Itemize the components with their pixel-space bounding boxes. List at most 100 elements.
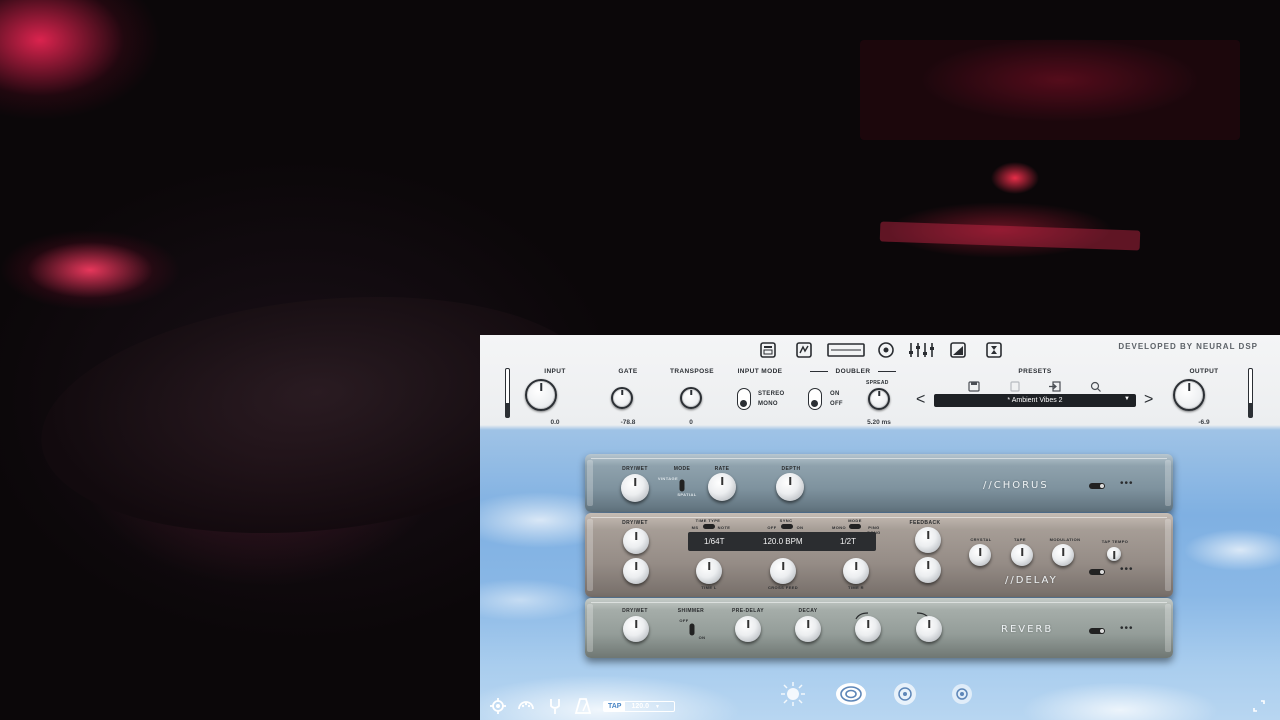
chorus-drywet-knob[interactable] [621, 474, 649, 502]
delay-sync-switch[interactable] [781, 524, 793, 529]
prev-preset-button[interactable]: < [916, 392, 925, 408]
input-mode-label: INPUT MODE [737, 368, 783, 375]
search-preset-icon[interactable] [1089, 379, 1103, 392]
reverb-unit: DRY/WET SHIMMER OFF ON PRE-DELAY DECAY R… [585, 598, 1173, 658]
save-preset-icon[interactable] [967, 379, 981, 392]
chorus-power-switch[interactable] [1089, 483, 1105, 489]
output-knob[interactable] [1173, 379, 1205, 411]
load-preset-icon[interactable] [1048, 379, 1062, 392]
fx-sun-icon[interactable] [780, 681, 806, 707]
delay-mode-switch[interactable] [849, 524, 861, 529]
amp-icon[interactable] [758, 341, 778, 359]
tuner-fork-icon[interactable] [545, 696, 565, 716]
delay-time-l-knob[interactable] [696, 558, 722, 584]
chorus-rate-knob[interactable] [708, 473, 736, 501]
output-meter [1248, 368, 1253, 418]
delay-time-l-label: TIME L [701, 585, 717, 590]
preset-selector[interactable]: * Ambient Vibes 2 ▼ [934, 394, 1136, 407]
spread-knob[interactable] [868, 388, 890, 410]
doubler-toggle[interactable] [808, 388, 822, 410]
delay-tape-knob[interactable] [1011, 544, 1033, 566]
chevron-down-icon: ▼ [1124, 396, 1130, 402]
doubler-rule-right [878, 371, 896, 372]
preset-name: * Ambient Vibes 2 [1007, 397, 1063, 404]
next-preset-button[interactable]: > [1144, 392, 1153, 408]
tap-button[interactable]: TAP [604, 702, 626, 711]
delay-tone-knob[interactable] [623, 558, 649, 584]
delay-modulation-label: MODULATION [1049, 537, 1081, 542]
bpm-value[interactable]: 120.0 [625, 703, 649, 710]
reverb-decay-knob[interactable] [795, 616, 821, 642]
delay-cross-feed-knob[interactable] [770, 558, 796, 584]
pedal-icon[interactable] [794, 341, 814, 359]
rack-ear-right [1165, 604, 1171, 652]
delay-time-type-switch[interactable] [703, 524, 715, 529]
delay-more-button[interactable]: ••• [1120, 564, 1134, 575]
eq-icon[interactable] [906, 341, 936, 359]
resize-icon[interactable] [1250, 696, 1268, 716]
input-mode-toggle[interactable] [737, 388, 751, 410]
chorus-title: //CHORUS [983, 480, 1049, 491]
delay-time-r-knob[interactable] [843, 558, 869, 584]
reverb-low-cut-icon [855, 607, 869, 620]
reverb-drywet-knob[interactable] [623, 616, 649, 642]
rack-ear-right [1165, 519, 1171, 591]
delay-crystal-knob[interactable] [969, 544, 991, 566]
fx-target-icon[interactable] [946, 681, 978, 707]
delay-tap-tempo-button[interactable] [1107, 547, 1121, 561]
input-label: INPUT [544, 368, 566, 375]
chorus-mode-switch[interactable] [679, 479, 685, 492]
transpose-value: 0 [689, 419, 693, 426]
settings-gear-icon[interactable] [488, 696, 508, 716]
reverb-power-switch[interactable] [1089, 628, 1105, 634]
rack-icon[interactable] [826, 341, 866, 359]
delay-power-switch[interactable] [1089, 569, 1105, 575]
output-value: -6.9 [1198, 419, 1210, 426]
reverb-high-cut-icon [916, 607, 930, 620]
copy-preset-icon[interactable] [1008, 379, 1022, 392]
reverb-shimmer-switch[interactable] [689, 623, 695, 636]
delay-mode-mono: MONO [831, 525, 847, 530]
delay-modulation-knob[interactable] [1052, 544, 1074, 566]
input-value: 0.0 [550, 419, 560, 426]
fx-swirl-icon[interactable] [834, 681, 868, 707]
transpose-knob[interactable] [680, 387, 702, 409]
reverb-low-cut-knob[interactable] [855, 616, 881, 642]
hourglass-icon[interactable] [984, 341, 1004, 359]
doubler-on: ON [830, 391, 840, 397]
screen: DEVELOPED BY NEURAL DSP INPUT 0.0 GATE -… [0, 0, 1280, 720]
delay-time-type-note: NOTE [717, 525, 731, 530]
midi-icon[interactable] [516, 696, 536, 716]
doubler-rule-left [810, 371, 828, 372]
cab-icon[interactable] [876, 341, 896, 359]
delay-sync-label: SYNC [779, 518, 793, 523]
reverb-high-cut-knob[interactable] [916, 616, 942, 642]
chorus-drywet-label: DRY/WET [622, 466, 648, 472]
tap-tempo-control[interactable]: TAP 120.0 ▼ [603, 701, 675, 712]
delay-drywet-knob[interactable] [623, 528, 649, 554]
reverb-predelay-label: PRE-DELAY [731, 608, 765, 614]
delay-sync-off: OFF [767, 525, 777, 530]
delay-cross-feed-label: CROSS FEED [767, 585, 798, 590]
reverb-predelay-knob[interactable] [735, 616, 761, 642]
rack-ear-left [587, 519, 593, 591]
input-knob[interactable] [525, 379, 557, 411]
delay-time-type-ms: MS [691, 525, 699, 530]
doubler-label: DOUBLER [835, 368, 871, 375]
ramp-icon[interactable] [948, 341, 968, 359]
reverb-more-button[interactable]: ••• [1120, 623, 1134, 634]
reverb-decay-label: DECAY [798, 608, 818, 614]
reverb-shimmer-on: ON [698, 635, 706, 640]
delay-feedback-knob[interactable] [915, 527, 941, 553]
delay-feedback-tone-knob[interactable] [915, 557, 941, 583]
reverb-title: REVERB [1001, 624, 1054, 635]
rack-ear-left [587, 604, 593, 652]
chorus-more-button[interactable]: ••• [1120, 478, 1134, 489]
chorus-depth-knob[interactable] [776, 473, 804, 501]
metronome-icon[interactable] [573, 696, 593, 716]
delay-time-type-label: TIME TYPE [695, 518, 721, 523]
delay-tap-tempo-label: TAP TEMPO [1101, 539, 1129, 544]
rack-ear-right [1165, 460, 1171, 506]
fx-gear-icon[interactable] [889, 681, 921, 707]
gate-knob[interactable] [611, 387, 633, 409]
